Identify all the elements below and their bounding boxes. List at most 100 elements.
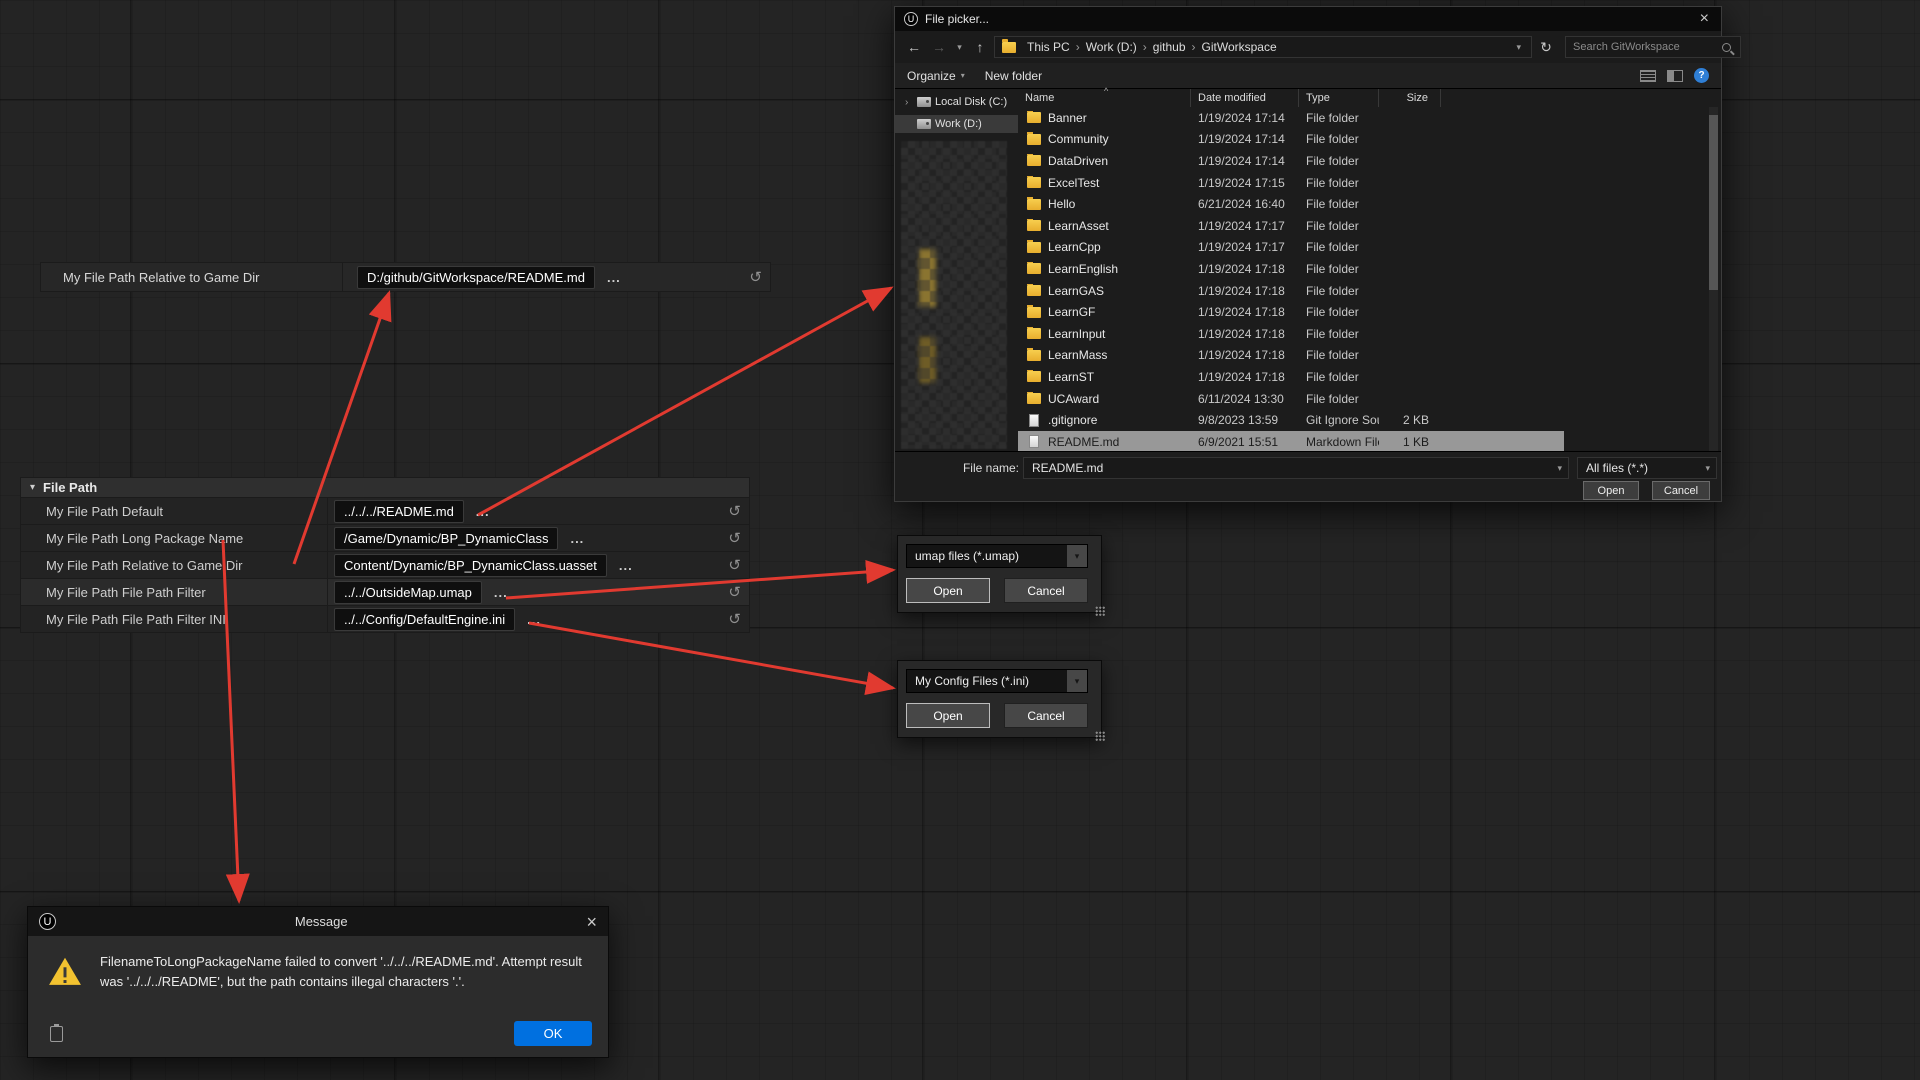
file-row[interactable]: UCAward 6/11/2024 13:30 File folder [1018, 388, 1564, 410]
up-icon[interactable]: ↑ [969, 39, 991, 55]
breadcrumb-work-d[interactable]: Work (D:) [1080, 40, 1143, 54]
file-row[interactable]: LearnST 1/19/2024 17:18 File folder [1018, 366, 1564, 388]
property-value-input[interactable]: Content/Dynamic/BP_DynamicClass.uasset [334, 554, 607, 577]
open-button[interactable]: Open [1583, 481, 1639, 500]
breadcrumb-this-pc[interactable]: This PC [1021, 40, 1076, 54]
browse-button[interactable]: ... [494, 585, 508, 600]
refresh-icon[interactable]: ↻ [1535, 39, 1557, 56]
new-folder-button[interactable]: New folder [985, 69, 1042, 83]
file-row[interactable]: LearnAsset 1/19/2024 17:17 File folder [1018, 215, 1564, 237]
title-bar[interactable]: U Message × [28, 907, 608, 936]
breadcrumb-gitworkspace[interactable]: GitWorkspace [1196, 40, 1283, 54]
unreal-logo-icon: U [904, 12, 918, 26]
column-header-date-modified[interactable]: Date modified [1191, 89, 1299, 107]
file-date: 6/21/2024 16:40 [1191, 197, 1299, 211]
change-view-icon[interactable] [1640, 70, 1656, 82]
address-bar[interactable]: This PC › Work (D:) › github › GitWorksp… [994, 36, 1532, 58]
browse-button[interactable]: ... [607, 270, 621, 285]
ok-button[interactable]: OK [514, 1021, 592, 1046]
reset-to-default-icon[interactable]: ↺ [728, 556, 741, 574]
cancel-button[interactable]: Cancel [1004, 578, 1088, 603]
resize-grip[interactable] [1095, 606, 1105, 616]
dropdown-icon: ▾ [1699, 463, 1716, 474]
file-type-dropdown[interactable]: All files (*.*) ▾ [1577, 457, 1717, 479]
cancel-button[interactable]: Cancel [1004, 703, 1088, 728]
file-row[interactable]: LearnGAS 1/19/2024 17:18 File folder [1018, 280, 1564, 302]
property-value-input[interactable]: ../../OutsideMap.umap [334, 581, 482, 604]
file-path-section-header[interactable]: ▾ File Path [20, 477, 750, 498]
scrollbar[interactable] [1709, 107, 1718, 453]
file-row[interactable]: Community 1/19/2024 17:14 File folder [1018, 129, 1564, 151]
file-type: Markdown File [1299, 435, 1379, 449]
file-type-icon [1029, 414, 1039, 427]
file-name: ExcelTest [1048, 176, 1099, 190]
file-row[interactable]: DataDriven 1/19/2024 17:14 File folder [1018, 150, 1564, 172]
file-path-input[interactable]: D:/github/GitWorkspace/README.md [357, 266, 595, 289]
title-bar[interactable]: U File picker... × [895, 7, 1721, 31]
reset-to-default-icon[interactable]: ↺ [728, 583, 741, 601]
view-controls: ? [1640, 68, 1709, 83]
back-icon[interactable]: ← [903, 39, 925, 55]
scrollbar-thumb[interactable] [1709, 115, 1718, 290]
search-box[interactable] [1565, 36, 1741, 58]
close-icon[interactable]: × [586, 913, 597, 931]
file-date: 1/19/2024 17:14 [1191, 111, 1299, 125]
reset-to-default-icon[interactable]: ↺ [728, 502, 741, 520]
file-row[interactable]: LearnGF 1/19/2024 17:18 File folder [1018, 301, 1564, 323]
open-button[interactable]: Open [906, 578, 990, 603]
reset-to-default-icon[interactable]: ↺ [749, 268, 762, 286]
organize-button[interactable]: Organize ▾ [907, 69, 965, 83]
file-row[interactable]: Hello 6/21/2024 16:40 File folder [1018, 193, 1564, 215]
dropdown-icon: ▾ [961, 71, 965, 80]
file-type-filter-dropdown[interactable]: umap files (*.umap) ▾ [906, 544, 1088, 568]
file-row[interactable]: LearnMass 1/19/2024 17:18 File folder [1018, 345, 1564, 367]
preview-pane-icon[interactable] [1667, 70, 1683, 82]
file-row[interactable]: Banner 1/19/2024 17:14 File folder [1018, 107, 1564, 129]
forward-icon[interactable]: → [928, 39, 950, 55]
file-row[interactable]: LearnEnglish 1/19/2024 17:18 File folder [1018, 258, 1564, 280]
file-row[interactable]: .gitignore 9/8/2023 13:59 Git Ignore Sou… [1018, 409, 1564, 431]
reset-to-default-icon[interactable]: ↺ [728, 610, 741, 628]
file-type-filter-dropdown[interactable]: My Config Files (*.ini) ▾ [906, 669, 1088, 693]
file-row[interactable]: LearnInput 1/19/2024 17:18 File folder [1018, 323, 1564, 345]
property-value-input[interactable]: /Game/Dynamic/BP_DynamicClass [334, 527, 558, 550]
resize-grip[interactable] [1095, 731, 1105, 741]
message-body: FilenameToLongPackageName failed to conv… [28, 936, 608, 995]
blueprint-grid-background: { "colors": { "accent_blue": "#0070e0", … [0, 0, 1920, 1080]
column-header-name[interactable]: ^ Name [1018, 89, 1191, 107]
redacted-block [919, 337, 936, 383]
file-row[interactable]: ExcelTest 1/19/2024 17:15 File folder [1018, 172, 1564, 194]
property-value-input[interactable]: ../../../README.md [334, 500, 464, 523]
help-icon[interactable]: ? [1694, 68, 1709, 83]
browse-button[interactable]: ... [619, 558, 633, 573]
column-header-size[interactable]: Size [1379, 89, 1441, 107]
browse-button[interactable]: ... [476, 504, 490, 519]
file-type: File folder [1299, 240, 1379, 254]
file-name-cell: LearnGF [1018, 305, 1191, 319]
redacted-block [919, 249, 936, 307]
file-type: File folder [1299, 154, 1379, 168]
file-name-bar: File name: README.md ▾ All files (*.*) ▾… [895, 451, 1721, 501]
open-button[interactable]: Open [906, 703, 990, 728]
file-row[interactable]: README.md 6/9/2021 15:51 Markdown File 1… [1018, 431, 1564, 453]
copy-to-clipboard-icon[interactable] [50, 1026, 63, 1042]
recent-locations-dropdown-icon[interactable]: ▾ [953, 42, 966, 53]
file-date: 1/19/2024 17:14 [1191, 132, 1299, 146]
tree-item-local-disk-c[interactable]: › Local Disk (C:) [895, 93, 1018, 111]
close-icon[interactable]: × [1697, 11, 1712, 27]
drive-icon [917, 119, 931, 129]
breadcrumb-github[interactable]: github [1147, 40, 1192, 54]
tree-item-work-d[interactable]: Work (D:) [895, 115, 1018, 133]
file-name-input[interactable]: README.md ▾ [1023, 457, 1569, 479]
cancel-button[interactable]: Cancel [1652, 481, 1710, 500]
expand-icon[interactable]: › [905, 97, 913, 108]
browse-button[interactable]: ... [527, 612, 541, 627]
property-value-input[interactable]: ../../Config/DefaultEngine.ini [334, 608, 515, 631]
window-title: File picker... [925, 12, 989, 26]
address-dropdown-icon[interactable]: ▾ [1511, 42, 1526, 53]
column-header-type[interactable]: Type [1299, 89, 1379, 107]
file-row[interactable]: LearnCpp 1/19/2024 17:17 File folder [1018, 237, 1564, 259]
reset-to-default-icon[interactable]: ↺ [728, 529, 741, 547]
browse-button[interactable]: ... [570, 531, 584, 546]
search-input[interactable] [1566, 41, 1722, 53]
